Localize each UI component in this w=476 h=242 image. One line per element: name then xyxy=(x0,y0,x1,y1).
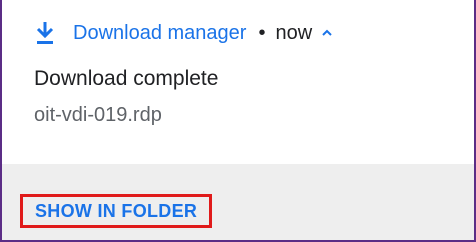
notification-actions: SHOW IN FOLDER xyxy=(2,164,474,240)
download-icon xyxy=(36,22,54,44)
app-name: Download manager xyxy=(73,21,247,44)
downloaded-filename: oit-vdi-019.rdp xyxy=(34,104,162,126)
notification-header: Download manager • now xyxy=(34,18,334,48)
chevron-up-icon[interactable] xyxy=(320,26,334,40)
separator-dot: • xyxy=(258,21,266,44)
show-in-folder-button[interactable]: SHOW IN FOLDER xyxy=(20,194,213,228)
notification-card[interactable]: Download manager • now Download complete… xyxy=(0,0,476,242)
notification-time: now xyxy=(275,21,313,44)
notification-title: Download complete xyxy=(34,67,219,90)
